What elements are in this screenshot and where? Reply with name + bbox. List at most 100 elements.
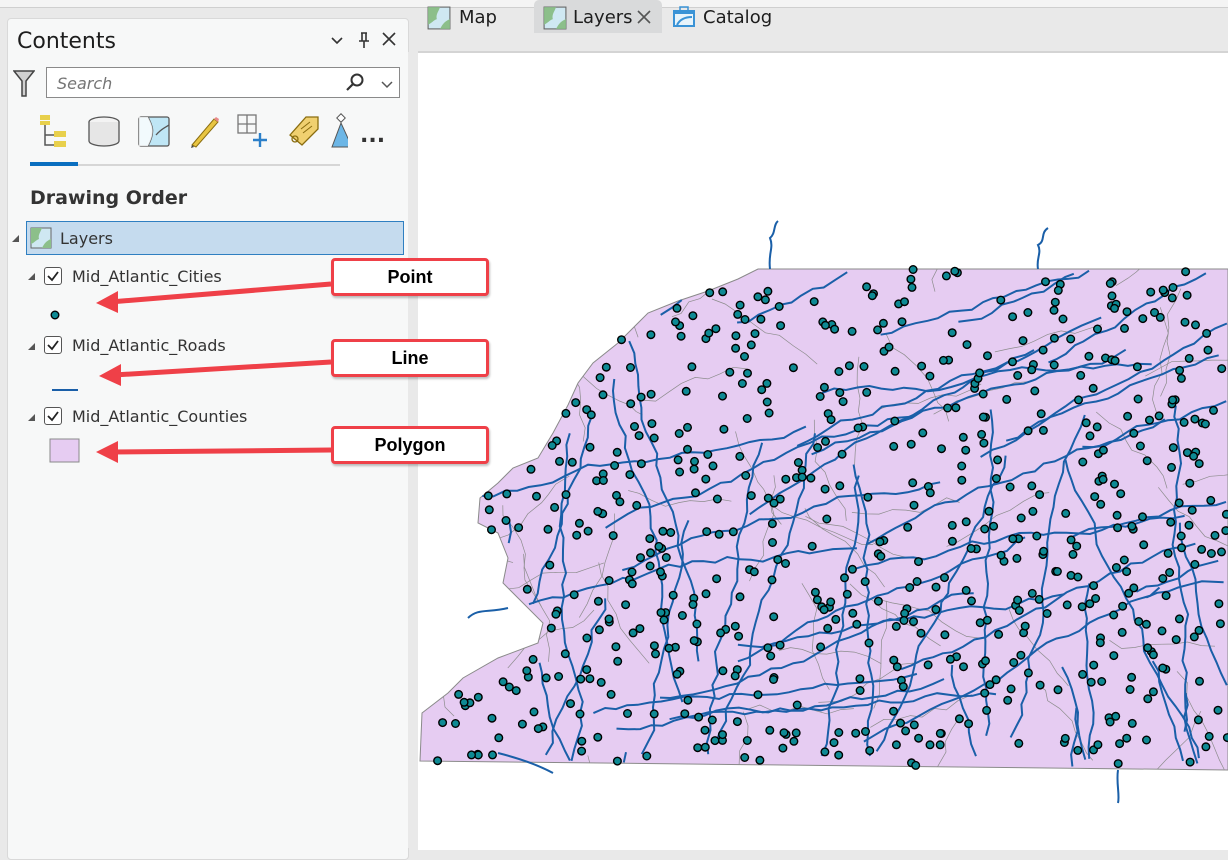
- road-line[interactable]: [467, 607, 509, 619]
- city-point[interactable]: [646, 330, 656, 340]
- city-point[interactable]: [677, 611, 687, 621]
- city-point[interactable]: [984, 506, 994, 516]
- city-point[interactable]: [1042, 609, 1052, 619]
- city-point[interactable]: [688, 600, 698, 610]
- city-point[interactable]: [565, 699, 575, 709]
- city-point[interactable]: [1134, 617, 1144, 627]
- city-point[interactable]: [911, 760, 921, 770]
- city-point[interactable]: [645, 548, 655, 558]
- city-point[interactable]: [1006, 684, 1016, 694]
- city-point[interactable]: [914, 733, 924, 743]
- city-point[interactable]: [1032, 531, 1042, 541]
- city-point[interactable]: [604, 576, 614, 586]
- city-point[interactable]: [1030, 386, 1040, 396]
- city-point[interactable]: [1095, 638, 1105, 648]
- city-point[interactable]: [659, 615, 669, 625]
- list-by-perspective-imagery-icon[interactable]: [328, 113, 348, 149]
- city-point[interactable]: [438, 718, 448, 728]
- city-point[interactable]: [687, 362, 697, 372]
- city-point[interactable]: [788, 363, 798, 373]
- city-point[interactable]: [917, 361, 927, 371]
- city-point[interactable]: [835, 481, 845, 491]
- city-point[interactable]: [1027, 588, 1037, 598]
- city-point[interactable]: [1191, 320, 1201, 330]
- city-point[interactable]: [1098, 445, 1108, 455]
- city-point[interactable]: [873, 325, 883, 335]
- city-point[interactable]: [815, 392, 825, 402]
- city-point[interactable]: [598, 476, 608, 486]
- city-point[interactable]: [733, 309, 743, 319]
- city-point[interactable]: [627, 567, 637, 577]
- city-point[interactable]: [1181, 267, 1191, 277]
- city-point[interactable]: [793, 458, 803, 468]
- city-point[interactable]: [975, 368, 985, 378]
- city-point[interactable]: [1020, 621, 1030, 631]
- city-point[interactable]: [735, 592, 745, 602]
- city-point[interactable]: [658, 526, 668, 536]
- city-point[interactable]: [649, 641, 659, 651]
- city-point[interactable]: [1105, 278, 1115, 288]
- city-point[interactable]: [625, 363, 635, 373]
- city-point[interactable]: [755, 755, 765, 765]
- city-point[interactable]: [543, 524, 553, 534]
- city-point[interactable]: [1113, 759, 1123, 769]
- city-point[interactable]: [647, 419, 657, 429]
- city-point[interactable]: [1124, 588, 1134, 598]
- city-point[interactable]: [896, 718, 906, 728]
- city-point[interactable]: [938, 355, 948, 365]
- city-point[interactable]: [789, 736, 799, 746]
- city-point[interactable]: [906, 439, 916, 449]
- city-point[interactable]: [642, 751, 652, 761]
- city-point[interactable]: [683, 444, 693, 454]
- city-point[interactable]: [1041, 277, 1051, 287]
- city-point[interactable]: [533, 724, 543, 734]
- close-icon[interactable]: [381, 31, 397, 52]
- city-point[interactable]: [628, 628, 638, 638]
- city-point[interactable]: [1209, 405, 1219, 415]
- city-point[interactable]: [821, 436, 831, 446]
- city-point[interactable]: [572, 530, 582, 540]
- city-point[interactable]: [1050, 297, 1060, 307]
- city-point[interactable]: [1115, 739, 1125, 749]
- city-point[interactable]: [743, 368, 753, 378]
- city-point[interactable]: [909, 617, 919, 627]
- more-icon[interactable]: ...: [360, 123, 396, 159]
- city-point[interactable]: [1062, 600, 1072, 610]
- city-point[interactable]: [1088, 383, 1098, 393]
- city-point[interactable]: [585, 674, 595, 684]
- city-point[interactable]: [610, 461, 620, 471]
- city-point[interactable]: [625, 470, 635, 480]
- city-point[interactable]: [467, 750, 477, 760]
- city-point[interactable]: [769, 612, 779, 622]
- city-point[interactable]: [852, 619, 862, 629]
- city-point[interactable]: [978, 412, 988, 422]
- city-point[interactable]: [980, 524, 990, 534]
- city-point[interactable]: [1135, 441, 1145, 451]
- city-point[interactable]: [737, 379, 747, 389]
- city-point[interactable]: [649, 433, 659, 443]
- city-point[interactable]: [855, 674, 865, 684]
- city-point[interactable]: [925, 488, 935, 498]
- city-point[interactable]: [487, 713, 497, 723]
- city-point[interactable]: [1053, 285, 1063, 295]
- city-point[interactable]: [847, 326, 857, 336]
- city-point[interactable]: [740, 753, 750, 763]
- city-point[interactable]: [875, 537, 885, 547]
- city-point[interactable]: [1206, 549, 1216, 559]
- city-point[interactable]: [1027, 365, 1037, 375]
- city-point[interactable]: [1177, 543, 1187, 553]
- city-point[interactable]: [1200, 419, 1210, 429]
- city-point[interactable]: [1058, 314, 1068, 324]
- city-point[interactable]: [820, 747, 830, 757]
- city-point[interactable]: [594, 625, 604, 635]
- city-point[interactable]: [433, 756, 443, 766]
- city-point[interactable]: [1168, 395, 1178, 405]
- city-point[interactable]: [909, 500, 919, 510]
- layer-name[interactable]: Mid_Atlantic_Roads: [72, 336, 226, 355]
- city-point[interactable]: [1165, 568, 1175, 578]
- city-point[interactable]: [863, 492, 873, 502]
- city-point[interactable]: [1008, 312, 1018, 322]
- city-point[interactable]: [1112, 510, 1122, 520]
- city-point[interactable]: [768, 538, 778, 548]
- city-point[interactable]: [567, 457, 577, 467]
